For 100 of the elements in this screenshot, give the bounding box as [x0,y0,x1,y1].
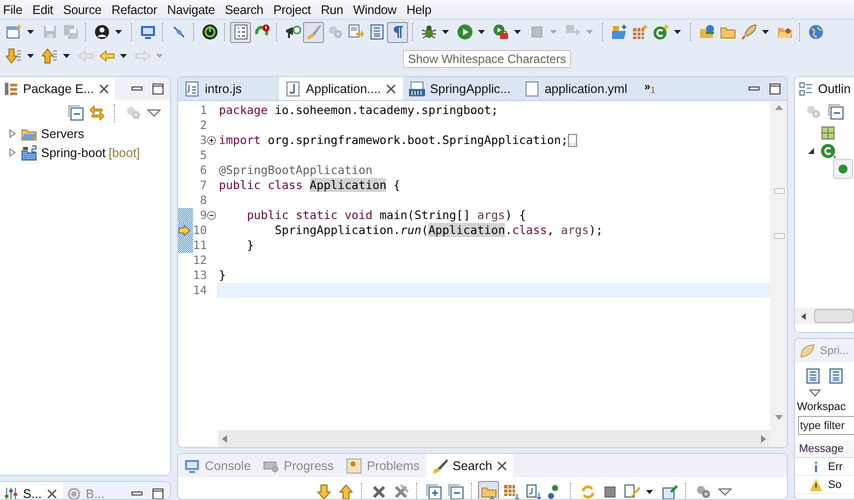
method-icon[interactable] [833,159,853,179]
close-icon[interactable] [497,460,508,470]
folder-sparkle-icon [610,24,626,40]
caret-icon[interactable] [478,30,485,34]
play-icon [456,24,472,40]
toolbar-button[interactable] [230,22,251,42]
caret-icon[interactable] [674,30,681,34]
line-number: 3 [198,133,207,148]
caret-icon[interactable] [27,54,34,58]
expand-arrow-icon[interactable] [807,147,815,155]
folded-code-icon[interactable] [568,134,577,147]
menu-item[interactable]: Project [269,2,317,16]
list-document-icon[interactable] [828,368,844,384]
menu-item[interactable]: Run [316,2,350,16]
binary-file-icon [408,80,425,96]
editor-tab[interactable]: Application.... [278,77,403,100]
person-icon [94,24,110,40]
link-arrows-icon[interactable] [88,105,105,121]
maximize-icon[interactable] [769,82,781,94]
line-number: 6 [198,163,207,178]
down-arrow-icon [316,484,332,499]
menu-item[interactable]: Help [402,2,438,16]
forward-arrow-icon [134,48,150,64]
code-line: } [218,268,226,283]
maximize-icon[interactable] [152,82,164,94]
menu-item[interactable]: Source [59,2,108,16]
list-document-icon[interactable] [805,368,821,384]
vertical-scrollbar[interactable] [770,101,787,447]
tab-overflow[interactable]: »$_{1}$ [644,81,656,96]
editor-tab[interactable]: intro.js [178,77,279,100]
menu-item[interactable]: Edit [28,2,60,16]
overview-marker[interactable] [774,233,785,239]
up-arrow-list-icon [42,48,58,64]
view-tab[interactable]: S... [0,482,63,499]
line-number: 14 [192,283,207,298]
scroll-up-icon[interactable] [774,105,782,110]
pin-icon [662,484,678,499]
caret-icon[interactable] [27,30,34,34]
menu-item[interactable]: Window [349,2,402,16]
sync-icon [580,484,596,499]
table-cell: So [828,478,842,490]
caret-icon[interactable] [63,54,70,58]
document-arrow-icon [348,24,364,40]
expand-fold-icon[interactable] [207,136,216,145]
collapse-fold-icon[interactable] [207,211,216,220]
caret-icon[interactable] [442,30,449,34]
monitor-icon [140,24,156,40]
tooltip: Show Whitespace Characters [403,50,572,68]
horizontal-scrollbar[interactable] [218,430,770,447]
tree-item[interactable]: Servers [0,124,170,143]
list-document-icon [368,24,384,40]
scroll-right-icon[interactable] [760,434,766,442]
maximize-icon[interactable] [152,488,164,499]
scroll-thumb[interactable] [814,309,854,323]
class-icon[interactable] [820,143,836,159]
caret-icon[interactable] [514,30,521,34]
view-tab[interactable]: Search [426,454,514,477]
back-arrow-icon [98,48,114,64]
close-icon[interactable] [98,84,109,94]
scroll-left-icon[interactable] [801,312,806,320]
menu-item[interactable]: Navigate [163,2,221,16]
menu-item[interactable]: Search [220,2,270,16]
js-file-icon [184,80,200,96]
horizontal-scrollbar[interactable] [795,308,854,324]
view-menu-icon[interactable] [809,389,821,397]
view-tab[interactable]: Package E... [0,77,115,100]
filter-field[interactable]: type filter [798,416,854,435]
column-header[interactable]: Message [795,441,854,458]
save-all-icon [62,24,78,40]
close-icon[interactable] [46,488,57,498]
menu-item[interactable]: Refactor [108,2,164,16]
imports-icon[interactable] [820,125,836,141]
line-number: 12 [192,253,207,268]
caret-icon[interactable] [646,490,653,494]
collapse-all-icon[interactable] [828,104,844,120]
gears-icon [694,484,710,499]
caret-icon[interactable] [120,54,127,58]
line-number: 7 [198,178,207,193]
scroll-left-icon[interactable] [222,434,228,442]
tree-item[interactable]: Spring-boot [boot] [0,143,170,162]
view-tab[interactable]: Outlin [795,77,854,100]
code-line: package io.soheemon.tacademy.springboot; [218,103,498,118]
caret-icon[interactable] [115,30,122,34]
menu-item[interactable]: File [0,2,28,16]
problems-icon [346,458,362,474]
close-icon[interactable] [386,84,396,94]
leaf-icon [799,342,815,358]
overview-marker[interactable] [774,188,785,194]
back-arrow-icon [78,48,94,64]
editor-tab[interactable]: application.yml [518,77,634,100]
collapse-all-icon[interactable] [68,105,84,121]
caret-icon[interactable] [762,30,769,34]
scroll-down-icon[interactable] [774,415,782,420]
megaphone-icon [284,24,300,40]
line-number: 2 [198,118,207,133]
line-number: 11 [192,238,207,253]
file-icon [524,80,540,96]
line-number: 10 [192,223,207,238]
editor-tab[interactable]: SpringApplic... [402,77,518,100]
code-line: public static void main(String[] args) { [246,208,526,223]
